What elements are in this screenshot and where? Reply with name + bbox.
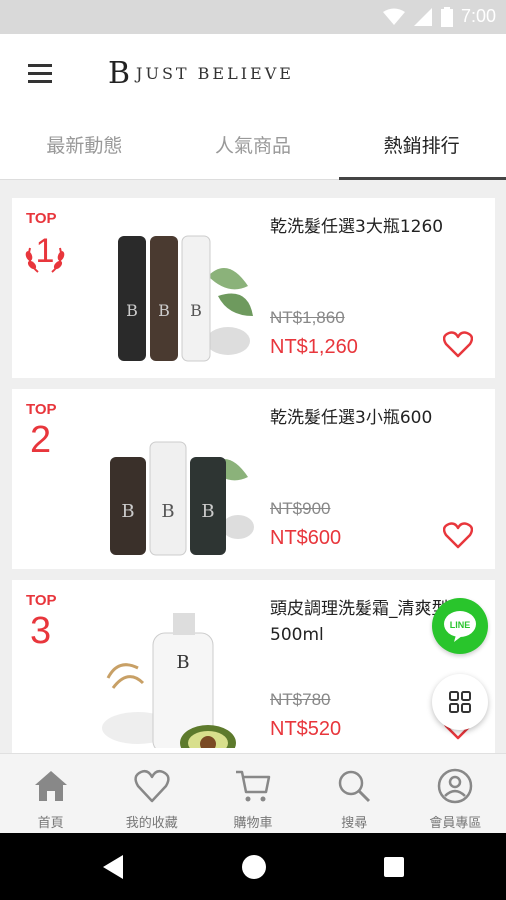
nav-search[interactable]: 搜尋 bbox=[304, 754, 405, 833]
nav-cart[interactable]: 購物車 bbox=[202, 754, 303, 833]
product-image[interactable]: B B B bbox=[98, 216, 258, 366]
svg-text:B: B bbox=[201, 501, 214, 522]
product-image[interactable]: B B B bbox=[98, 407, 258, 557]
product-name[interactable]: 乾洗髮任選3小瓶600 bbox=[270, 405, 485, 431]
favorite-heart-icon[interactable] bbox=[443, 330, 473, 358]
nav-member-label: 會員專區 bbox=[429, 816, 482, 831]
line-icon: LINE bbox=[444, 611, 476, 642]
product-card[interactable]: TOP 3 B 頭皮調理洗髮霜_清爽型500ml NT$780 NT$520 bbox=[12, 580, 495, 753]
nav-home-label: 首頁 bbox=[37, 816, 64, 831]
battery-icon bbox=[440, 6, 453, 27]
nav-favorites-label: 我的收藏 bbox=[125, 816, 178, 831]
brand-logo[interactable]: B JUST BELIEVE bbox=[108, 56, 294, 91]
user-icon bbox=[438, 768, 473, 804]
tab-latest[interactable]: 最新動態 bbox=[0, 114, 169, 179]
rank-badge: TOP bbox=[26, 210, 86, 227]
line-label: LINE bbox=[450, 620, 471, 630]
product-card[interactable]: TOP 1 B B B 乾洗髮任選3大瓶1260 NT$1,860 NT$1,2… bbox=[12, 198, 495, 378]
top-label: TOP bbox=[26, 592, 57, 609]
original-price: NT$780 bbox=[270, 690, 331, 709]
logo-text: JUST BELIEVE bbox=[136, 64, 294, 83]
nav-cart-label: 購物車 bbox=[233, 816, 273, 831]
menu-grid-button[interactable] bbox=[432, 674, 488, 730]
rank-number: 2 bbox=[30, 419, 52, 461]
home-circle-icon[interactable] bbox=[241, 854, 267, 880]
heart-icon bbox=[134, 769, 170, 803]
rank-badge: TOP 3 bbox=[26, 592, 86, 653]
signal-icon bbox=[413, 7, 432, 26]
back-icon[interactable] bbox=[101, 854, 125, 880]
top-label: TOP bbox=[26, 401, 57, 418]
rank-number: 1 bbox=[36, 232, 55, 270]
rank-number: 3 bbox=[30, 610, 52, 652]
nav-home[interactable]: 首頁 bbox=[0, 754, 101, 833]
category-tabs: 最新動態 人氣商品 熱銷排行 bbox=[0, 114, 506, 180]
search-icon bbox=[338, 770, 371, 803]
nav-member[interactable]: 會員專區 bbox=[405, 754, 506, 833]
product-name[interactable]: 乾洗髮任選3大瓶1260 bbox=[270, 214, 485, 240]
svg-text:B: B bbox=[176, 652, 189, 673]
product-image[interactable]: B bbox=[98, 598, 258, 748]
wifi-icon bbox=[382, 8, 405, 25]
menu-icon[interactable] bbox=[28, 64, 52, 84]
system-nav-bar bbox=[0, 833, 506, 900]
nav-search-label: 搜尋 bbox=[341, 816, 368, 831]
svg-text:B: B bbox=[126, 301, 138, 320]
rank-badge: TOP 2 bbox=[26, 401, 86, 462]
sale-price: NT$600 bbox=[270, 527, 342, 549]
svg-text:B: B bbox=[190, 301, 202, 320]
line-chat-button[interactable]: LINE bbox=[432, 598, 488, 654]
original-price: NT$1,860 bbox=[270, 308, 345, 327]
sale-price: NT$520 bbox=[270, 718, 342, 740]
status-bar: 7:00 bbox=[0, 0, 506, 34]
svg-text:B: B bbox=[121, 501, 134, 522]
tab-popular[interactable]: 人氣商品 bbox=[169, 114, 338, 179]
svg-text:B: B bbox=[161, 501, 174, 522]
bottom-navigation: 首頁 我的收藏 購物車 搜尋 會員專區 bbox=[0, 753, 506, 833]
sale-price: NT$1,260 bbox=[270, 336, 358, 358]
favorite-heart-icon[interactable] bbox=[443, 521, 473, 549]
home-icon bbox=[34, 771, 67, 801]
top-label: TOP bbox=[26, 210, 57, 227]
app-bar: B JUST BELIEVE bbox=[0, 34, 506, 114]
product-list[interactable]: TOP 1 B B B 乾洗髮任選3大瓶1260 NT$1,860 NT$1,2… bbox=[0, 180, 506, 753]
cart-icon bbox=[236, 770, 271, 802]
recents-icon[interactable] bbox=[383, 856, 405, 878]
original-price: NT$900 bbox=[270, 499, 331, 518]
svg-text:B: B bbox=[158, 301, 170, 320]
nav-favorites[interactable]: 我的收藏 bbox=[101, 754, 202, 833]
grid-icon bbox=[449, 691, 471, 713]
tab-bestseller[interactable]: 熱銷排行 bbox=[337, 114, 506, 180]
laurel-icon: 1 bbox=[25, 232, 65, 273]
logo-mark: B bbox=[108, 56, 131, 91]
status-time: 7:00 bbox=[460, 6, 496, 26]
product-card[interactable]: TOP 2 B B B 乾洗髮任選3小瓶600 NT$900 NT$600 bbox=[12, 389, 495, 569]
